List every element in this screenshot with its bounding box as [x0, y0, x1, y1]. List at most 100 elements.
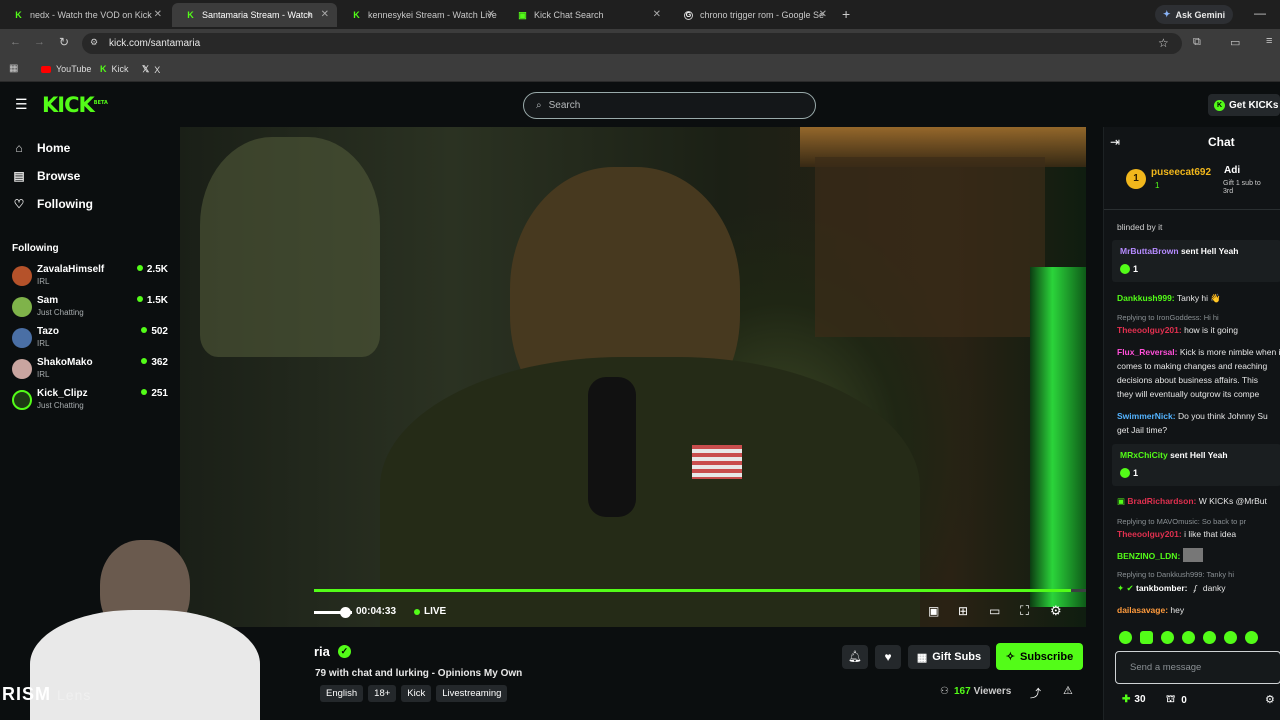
fullscreen-icon[interactable]: ⛶ — [1020, 603, 1029, 619]
ask-gemini-button[interactable]: ✦ Ask Gemini — [1155, 5, 1234, 24]
message-user[interactable]: Theeoolguy201: — [1117, 325, 1182, 335]
gift-subs-button[interactable]: ▦ Gift Subs — [908, 645, 990, 669]
kick-count: 1 — [1120, 468, 1138, 478]
get-kicks-button[interactable]: K Get KICKs — [1208, 94, 1280, 116]
following-channel-tazo[interactable]: Tazo IRL 502 — [12, 326, 168, 354]
settings-gear-icon[interactable]: ⚙ — [1050, 603, 1062, 619]
emote-icon[interactable] — [1119, 631, 1132, 644]
avatar — [12, 297, 32, 317]
bookmark-kick[interactable]: K Kick — [100, 64, 129, 74]
microphone-shape — [588, 377, 636, 517]
message-user[interactable]: Theeoolguy201: — [1117, 529, 1182, 539]
chat-message-input[interactable]: Send a message — [1115, 651, 1280, 684]
emote-icon[interactable] — [1245, 631, 1258, 644]
close-icon[interactable]: ✕ — [321, 9, 329, 20]
tab-google-search[interactable]: G chrono trigger rom - Google Se ✕ — [670, 3, 835, 27]
reload-icon[interactable]: ↻ — [59, 35, 69, 49]
channel-name-heading[interactable]: ria ✓ — [314, 644, 351, 659]
video-player[interactable]: 00:04:33 LIVE ▣ ⊞ ▭ ⛶ ⚙ — [180, 127, 1086, 627]
close-icon[interactable]: ✕ — [154, 9, 162, 20]
channel-points[interactable]: ⛫ 0 — [1166, 694, 1187, 707]
sheet-favicon-icon: ▣ — [518, 9, 527, 20]
message-continuation: get Jail time? — [1117, 425, 1168, 435]
message-text: sent Hell Yeah — [1170, 450, 1228, 460]
message-user[interactable]: BENZINO_LDN: — [1117, 551, 1180, 561]
tab-nedx[interactable]: K nedx - Watch the VOD on Kick ✕ — [0, 3, 170, 27]
message-user[interactable]: dailasavage: — [1117, 605, 1168, 615]
collapse-chat-icon[interactable]: ⇥ — [1110, 135, 1120, 149]
message-user[interactable]: Dankkush999: — [1117, 293, 1175, 303]
gifter-name[interactable]: Adi — [1224, 165, 1240, 176]
emote-icon[interactable] — [1224, 631, 1237, 644]
search-input[interactable]: ⌕ Search — [523, 92, 816, 119]
channel-category: IRL — [37, 339, 50, 348]
close-icon[interactable]: ✕ — [819, 9, 827, 20]
bookmark-x[interactable]: 𝕏 X — [142, 64, 160, 75]
sidebar-item-home[interactable]: ⌂ Home — [12, 141, 70, 155]
message-text: Tanky hi 👋 — [1176, 293, 1221, 303]
close-icon[interactable]: ✕ — [487, 9, 495, 20]
bookmark-star-icon[interactable]: ☆ — [1158, 36, 1169, 50]
subscribe-button[interactable]: ✧ Subscribe — [996, 643, 1083, 670]
apps-grid-icon[interactable]: ▦ — [9, 63, 18, 74]
report-warning-icon[interactable]: ⚠ — [1063, 684, 1073, 697]
url-field[interactable]: ⚙ kick.com/santamaria ☆ — [82, 33, 1182, 54]
chat-message: Dankkush999: Tanky hi 👋 — [1117, 291, 1280, 305]
badge-icon: ▣ — [1117, 496, 1126, 506]
message-user[interactable]: Flux_Reversal: — [1117, 347, 1177, 357]
follow-heart-button[interactable]: ♥ — [875, 645, 901, 669]
message-user[interactable]: MRxChiCity — [1120, 450, 1168, 460]
channel-category: Just Chatting — [37, 401, 84, 410]
site-info-icon[interactable]: ⚙ — [90, 37, 98, 48]
volume-handle[interactable] — [340, 607, 351, 618]
tag[interactable]: English — [320, 685, 364, 702]
kicks-balance-number: 30 — [1134, 694, 1146, 705]
progress-track[interactable] — [314, 589, 1086, 592]
share-icon[interactable]: ⤴ — [1030, 685, 1041, 701]
speaker-icon[interactable]: 🔈︎ — [308, 9, 313, 20]
message-user[interactable]: SwimmerNick: — [1117, 411, 1176, 421]
tag[interactable]: Kick — [401, 685, 432, 702]
kick-logo[interactable]: KICKBETA — [42, 93, 108, 117]
minimize-icon[interactable]: — — [1254, 6, 1266, 20]
tab-santamaria[interactable]: K Santamaria Stream - Watch 🔈︎ ✕ — [172, 3, 337, 27]
sidepanel-icon[interactable]: ▭ — [1230, 36, 1240, 49]
following-channel-zavalahimself[interactable]: ZavalaHimself IRL 2.5K — [12, 264, 168, 292]
following-channel-sam[interactable]: Sam Just Chatting 1.5K — [12, 295, 168, 323]
emote-icon[interactable] — [1182, 631, 1195, 644]
top-gifter-name[interactable]: puseecat692 — [1151, 167, 1211, 178]
verified-badge-icon: ✓ — [337, 645, 351, 658]
theater-mode-icon[interactable]: ▭ — [989, 604, 1000, 618]
clip-icon[interactable]: ⊞ — [958, 604, 968, 618]
emote-icon[interactable] — [1161, 631, 1174, 644]
menu-icon[interactable]: ≡ — [1266, 35, 1272, 47]
close-icon[interactable]: ✕ — [653, 9, 661, 20]
extensions-icon[interactable]: ⧉ — [1193, 36, 1201, 49]
tab-kick-chat-search[interactable]: ▣ Kick Chat Search ✕ — [504, 3, 669, 27]
tab-kennesykei[interactable]: K kennesykei Stream - Watch Live ✕ — [338, 3, 503, 27]
mini-player-icon[interactable]: ▣ — [928, 604, 939, 618]
sidebar-item-following[interactable]: ♡ Following — [12, 197, 93, 211]
forward-icon[interactable]: → — [34, 36, 45, 48]
tag[interactable]: 18+ — [368, 685, 397, 702]
new-tab-button[interactable]: + — [842, 6, 850, 22]
hamburger-menu-icon[interactable]: ☰ — [15, 96, 28, 113]
back-icon[interactable]: ← — [10, 36, 21, 48]
emote-icon[interactable] — [1140, 631, 1153, 644]
message-user[interactable]: BradRichardson: — [1127, 496, 1196, 506]
kicks-balance[interactable]: ✚ 30 — [1122, 694, 1146, 705]
divider — [1104, 209, 1280, 210]
following-channel-shakomako[interactable]: ShakoMako IRL 362 — [12, 357, 168, 385]
tag[interactable]: Livestreaming — [436, 685, 508, 702]
message-user[interactable]: tankbomber: — [1136, 583, 1187, 593]
bookmark-youtube[interactable]: YouTube — [41, 64, 91, 74]
emote-icon[interactable] — [1203, 631, 1216, 644]
volume-slider[interactable] — [314, 607, 352, 618]
following-channel-kick-clipz[interactable]: Kick_Clipz Just Chatting 251 — [12, 388, 168, 416]
sidebar-item-browse[interactable]: ▤ Browse — [12, 169, 80, 183]
progress-fill — [314, 589, 1071, 592]
channel-name: ShakoMako — [37, 357, 93, 368]
chat-settings-gear-icon[interactable]: ⚙ — [1265, 693, 1275, 706]
notification-bell-button[interactable]: 🔔︎ — [842, 645, 868, 669]
message-user[interactable]: MrButtaBrown — [1120, 246, 1179, 256]
